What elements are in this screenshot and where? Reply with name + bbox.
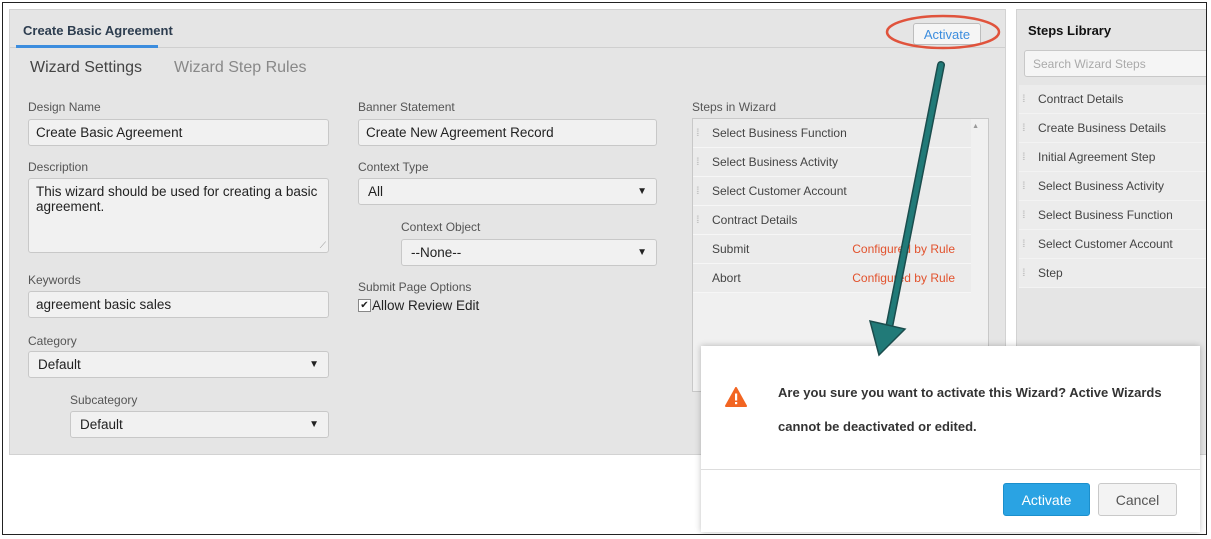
allow-review-edit-label: Allow Review Edit: [372, 298, 480, 313]
list-item[interactable]: ⁞⁞ Contract Details: [693, 206, 971, 235]
library-step-label: Select Customer Account: [1038, 237, 1173, 251]
grip-icon: ⁞⁞: [1022, 151, 1026, 163]
keywords-field[interactable]: agreement basic sales: [28, 291, 329, 318]
subcategory-label: Subcategory: [70, 393, 138, 407]
grip-icon: ⁞⁞: [1022, 122, 1026, 134]
context-type-value: All: [368, 184, 384, 199]
library-step-label: Step: [1038, 266, 1063, 280]
context-type-select[interactable]: All ▼: [358, 178, 657, 205]
context-object-value: --None--: [411, 245, 462, 260]
description-label: Description: [28, 160, 89, 174]
library-step-label: Initial Agreement Step: [1038, 150, 1156, 164]
step-label: Select Customer Account: [712, 184, 847, 198]
list-item[interactable]: ⁞⁞ Initial Agreement Step: [1019, 143, 1206, 172]
dialog-cancel-button[interactable]: Cancel: [1098, 483, 1177, 516]
subcategory-value: Default: [80, 417, 123, 432]
chevron-down-icon: ▼: [309, 359, 319, 370]
tab-wizard-settings[interactable]: Wizard Settings: [30, 59, 142, 77]
list-item[interactable]: ⁞⁞ Create Business Details: [1019, 114, 1206, 143]
rule-link[interactable]: Configured by Rule: [852, 271, 955, 285]
title-underline: [16, 45, 158, 48]
steps-library-list: ⁞⁞ Contract Details ⁞⁞ Create Business Det…: [1019, 85, 1206, 288]
grip-icon: ⁞⁞: [1022, 267, 1026, 279]
grip-icon: ⁞⁞: [1022, 238, 1026, 250]
library-step-label: Select Business Function: [1038, 208, 1173, 222]
submit-page-options-label: Submit Page Options: [358, 280, 472, 294]
grip-icon: ⁞⁞: [1022, 209, 1026, 221]
app-frame: Create Basic Agreement Activate Wizard S…: [2, 2, 1207, 535]
category-value: Default: [38, 357, 81, 372]
chevron-down-icon: ▼: [637, 247, 647, 258]
list-item[interactable]: ⁞⁞ Select Business Activity: [1019, 172, 1206, 201]
library-step-label: Create Business Details: [1038, 121, 1167, 135]
step-label: Abort: [712, 271, 741, 285]
grip-icon: ⁞⁞: [696, 214, 700, 226]
search-wizard-steps-input[interactable]: Search Wizard Steps: [1024, 50, 1206, 77]
activate-button[interactable]: Activate: [913, 23, 981, 45]
list-item[interactable]: ⁞⁞ Select Customer Account: [693, 177, 971, 206]
step-label: Contract Details: [712, 213, 798, 227]
design-name-field[interactable]: Create Basic Agreement: [28, 119, 329, 146]
grip-icon: ⁞⁞: [1022, 180, 1026, 192]
banner-statement-field[interactable]: Create New Agreement Record: [358, 119, 657, 146]
step-label: Submit: [712, 242, 750, 256]
designer-title: Create Basic Agreement: [23, 23, 173, 38]
description-field[interactable]: This wizard should be used for creating …: [28, 178, 329, 253]
grip-icon: ⁞⁞: [696, 156, 700, 168]
confirm-dialog: Are you sure you want to activate this W…: [701, 346, 1200, 532]
submit-step[interactable]: Submit Configured by Rule: [693, 235, 971, 264]
list-item[interactable]: ⁞⁞ Step: [1019, 259, 1206, 288]
step-label: Select Business Function: [712, 126, 847, 140]
scroll-up-icon[interactable]: ▲: [972, 123, 979, 130]
banner-statement-label: Banner Statement: [358, 100, 455, 114]
steps-library-title: Steps Library: [1028, 23, 1112, 38]
category-label: Category: [28, 334, 77, 348]
checkbox-icon: ✔: [358, 299, 371, 312]
context-object-label: Context Object: [401, 220, 481, 234]
list-item[interactable]: ⁞⁞ Select Customer Account: [1019, 230, 1206, 259]
abort-step[interactable]: Abort Configured by Rule: [693, 264, 971, 293]
allow-review-edit-checkbox[interactable]: ✔ Allow Review Edit: [358, 298, 479, 313]
dialog-message: Are you sure you want to activate this W…: [778, 385, 1162, 434]
design-name-label: Design Name: [28, 100, 101, 114]
step-label: Select Business Activity: [712, 155, 839, 169]
steps-column: ⁞⁞ Select Business Function ⁞⁞ Select Bu…: [693, 119, 971, 293]
description-text: This wizard should be used for creating …: [36, 184, 318, 214]
grip-icon: ⁞⁞: [1022, 93, 1026, 105]
dialog-divider: [701, 469, 1200, 470]
library-step-label: Select Business Activity: [1038, 179, 1165, 193]
list-item[interactable]: ⁞⁞ Select Business Function: [1019, 201, 1206, 230]
context-object-select[interactable]: --None-- ▼: [401, 239, 657, 266]
chevron-down-icon: ▼: [637, 186, 647, 197]
library-step-label: Contract Details: [1038, 92, 1124, 106]
category-select[interactable]: Default ▼: [28, 351, 329, 378]
warning-icon: [725, 387, 747, 407]
subcategory-select[interactable]: Default ▼: [70, 411, 329, 438]
list-item[interactable]: ⁞⁞ Select Business Function: [693, 119, 971, 148]
designer-header: Create Basic Agreement Activate: [10, 10, 1005, 48]
chevron-down-icon: ▼: [309, 419, 319, 430]
keywords-label: Keywords: [28, 273, 81, 287]
rule-link[interactable]: Configured by Rule: [852, 242, 955, 256]
resize-handle-icon: ⟋: [319, 240, 326, 250]
list-item[interactable]: ⁞⁞ Contract Details: [1019, 85, 1206, 114]
context-type-label: Context Type: [358, 160, 429, 174]
list-item[interactable]: ⁞⁞ Select Business Activity: [693, 148, 971, 177]
dialog-activate-button[interactable]: Activate: [1003, 483, 1090, 516]
steps-in-wizard-label: Steps in Wizard: [692, 100, 777, 114]
grip-icon: ⁞⁞: [696, 185, 700, 197]
tab-wizard-step-rules[interactable]: Wizard Step Rules: [174, 59, 307, 77]
grip-icon: ⁞⁞: [696, 127, 700, 139]
